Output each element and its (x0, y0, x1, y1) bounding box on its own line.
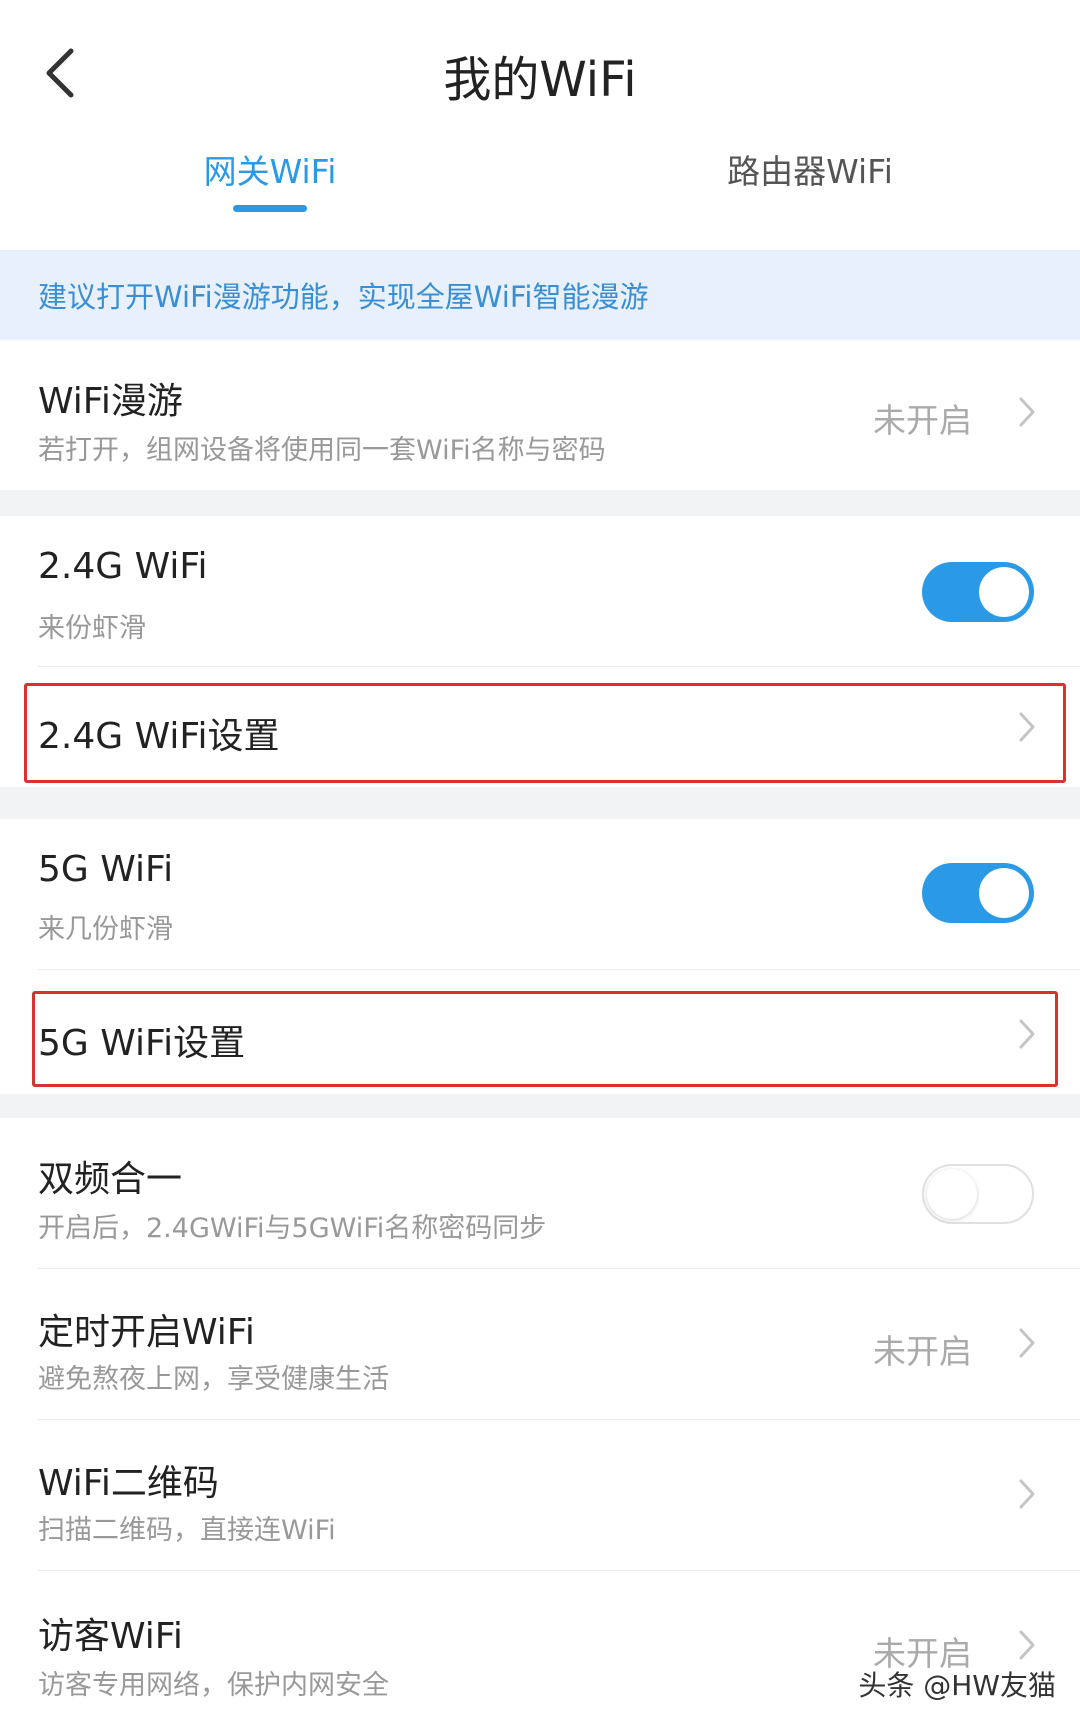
row-title: 2.4G WiFi (38, 546, 208, 587)
chevron-right-icon (1012, 707, 1042, 747)
wifi-qrcode-row[interactable]: WiFi二维码 扫描二维码，直接连WiFi (0, 1420, 1080, 1570)
row-title: 2.4G WiFi设置 (38, 716, 280, 757)
wifi-5g-settings-row[interactable]: 5G WiFi设置 (0, 970, 1080, 1094)
row-subtitle: 访客专用网络，保护内网安全 (38, 1670, 389, 1701)
row-title: WiFi漫游 (38, 381, 183, 422)
row-title: 访客WiFi (38, 1616, 183, 1657)
wifi-24g-toggle[interactable] (922, 562, 1034, 622)
dual-band-toggle[interactable] (922, 1164, 1034, 1224)
row-title: 5G WiFi设置 (38, 1023, 246, 1064)
wifi-5g-row: 5G WiFi 来几份虾滑 (0, 819, 1080, 969)
wifi-settings-page: 我的WiFi 网关WiFi 路由器WiFi 建议打开WiFi漫游功能，实现全屋W… (0, 0, 1080, 1724)
tab-label: 路由器WiFi (727, 152, 893, 191)
row-title: 定时开启WiFi (38, 1312, 255, 1353)
row-subtitle: 扫描二维码，直接连WiFi (38, 1515, 336, 1546)
wifi-5g-toggle[interactable] (922, 863, 1034, 923)
section-gap (0, 1094, 1080, 1118)
chevron-right-icon (1012, 1014, 1042, 1054)
tab-router-wifi[interactable]: 路由器WiFi (700, 138, 920, 250)
dual-band-row: 双频合一 开启后，2.4GWiFi与5GWiFi名称密码同步 (0, 1118, 1080, 1268)
row-subtitle: 来几份虾滑 (38, 914, 173, 945)
roaming-notice-banner[interactable]: 建议打开WiFi漫游功能，实现全屋WiFi智能漫游 (0, 250, 1080, 340)
tab-bar: 网关WiFi 路由器WiFi (0, 138, 1080, 250)
tab-gateway-wifi[interactable]: 网关WiFi (170, 138, 370, 250)
wifi-roaming-row[interactable]: WiFi漫游 若打开，组网设备将使用同一套WiFi名称与密码 未开启 (0, 340, 1080, 490)
chevron-right-icon (1012, 1323, 1042, 1363)
wifi-24g-settings-row[interactable]: 2.4G WiFi设置 (0, 667, 1080, 787)
chevron-right-icon (1012, 1625, 1042, 1665)
wifi-24g-row: 2.4G WiFi 来份虾滑 (0, 516, 1080, 666)
status-text: 未开启 (873, 1332, 972, 1371)
toggle-knob (927, 1169, 977, 1219)
tab-label: 网关WiFi (203, 152, 337, 191)
notice-text: 建议打开WiFi漫游功能，实现全屋WiFi智能漫游 (38, 280, 649, 314)
tab-active-indicator (233, 205, 307, 212)
row-subtitle: 若打开，组网设备将使用同一套WiFi名称与密码 (38, 435, 606, 466)
row-subtitle: 避免熬夜上网，享受健康生活 (38, 1364, 389, 1395)
chevron-right-icon (1012, 1474, 1042, 1514)
row-subtitle: 来份虾滑 (38, 613, 146, 644)
chevron-right-icon (1012, 392, 1042, 432)
watermark-text: 头条 @HW友猫 (858, 1669, 1056, 1702)
row-title: 双频合一 (38, 1159, 183, 1200)
row-subtitle: 开启后，2.4GWiFi与5GWiFi名称密码同步 (38, 1213, 547, 1244)
row-title: WiFi二维码 (38, 1463, 219, 1504)
row-title: 5G WiFi (38, 849, 174, 890)
toggle-knob (979, 567, 1029, 617)
page-title: 我的WiFi (443, 52, 637, 108)
section-gap (0, 787, 1080, 819)
top-bar: 我的WiFi (0, 0, 1080, 140)
scheduled-wifi-row[interactable]: 定时开启WiFi 避免熬夜上网，享受健康生活 未开启 (0, 1269, 1080, 1419)
toggle-knob (979, 868, 1029, 918)
section-gap (0, 490, 1080, 516)
status-text: 未开启 (873, 401, 972, 440)
